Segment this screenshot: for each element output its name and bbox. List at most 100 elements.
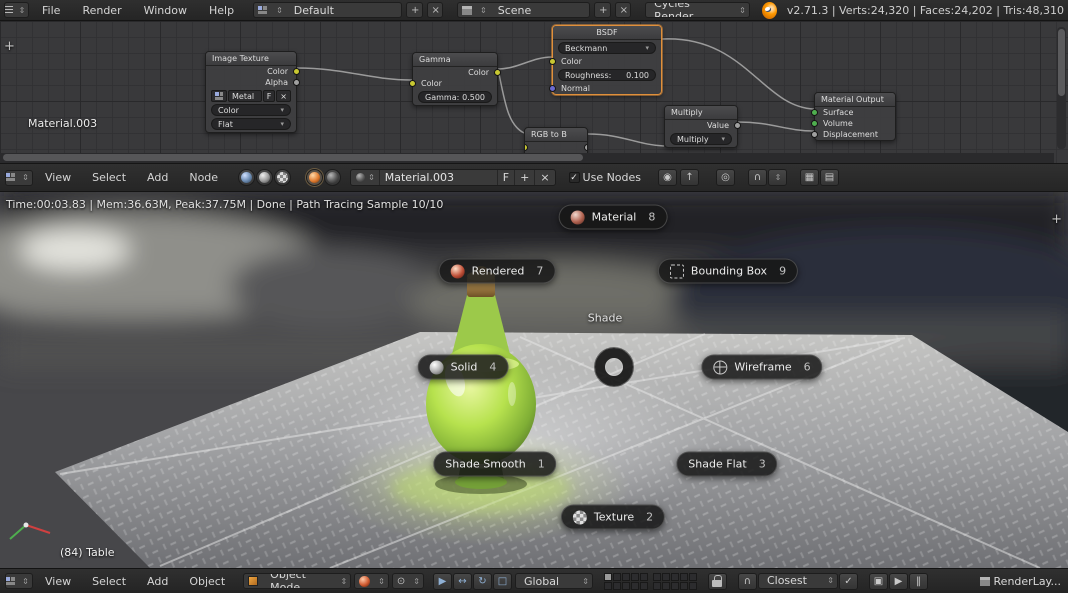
opengl-render-anim-button[interactable]: ▶ xyxy=(888,572,908,590)
menu-help[interactable]: Help xyxy=(200,4,243,17)
fake-user-button[interactable]: F xyxy=(262,90,276,102)
pie-item-bounding-box[interactable]: Bounding Box 9 xyxy=(657,258,799,284)
unlink-material-button[interactable]: × xyxy=(534,170,554,185)
screen-layout-delete-button[interactable]: × xyxy=(426,2,444,18)
properties-expand-icon[interactable]: + xyxy=(1051,212,1062,227)
lock-to-scene-button[interactable] xyxy=(707,572,727,590)
pie-item-wireframe[interactable]: Wireframe 6 xyxy=(701,354,823,380)
rotate-manipulator-button[interactable]: ↻ xyxy=(472,572,492,590)
input-socket-color[interactable] xyxy=(409,80,416,87)
pause-render-button[interactable]: ‖ xyxy=(908,572,928,590)
shader-type-object-button[interactable] xyxy=(306,169,324,186)
unlink-image-button[interactable]: × xyxy=(276,90,291,102)
tree-type-material-button[interactable] xyxy=(238,169,256,186)
mode-selector[interactable]: Object Mode ⇕ xyxy=(243,573,352,589)
node-math-multiply[interactable]: Multiply Value Multiply ▾ xyxy=(664,105,741,148)
layers-widget[interactable] xyxy=(603,572,697,590)
snap-mode-button[interactable]: ⇕ xyxy=(768,169,788,186)
image-datablock[interactable]: Metal F × xyxy=(211,90,291,102)
editor-type-button-info[interactable]: ⇕ xyxy=(4,2,30,18)
pie-item-shade-flat[interactable]: Shade Flat 3 xyxy=(676,451,778,477)
pie-item-shade-smooth[interactable]: Shade Smooth 1 xyxy=(433,451,557,477)
menu-add[interactable]: Add xyxy=(138,171,177,184)
layer-block-right[interactable] xyxy=(652,572,697,590)
menu-render[interactable]: Render xyxy=(73,4,130,17)
input-socket-color[interactable] xyxy=(549,58,556,65)
input-socket-surface[interactable] xyxy=(811,109,818,116)
menu-select[interactable]: Select xyxy=(83,575,135,588)
gamma-slider[interactable]: Gamma: 0.500 xyxy=(418,91,492,103)
material-name-field[interactable]: Material.003 xyxy=(378,170,497,185)
snap-element-selector[interactable]: Closest ⇕ xyxy=(757,572,838,589)
pivot-point-selector[interactable]: ⊙ ⇕ xyxy=(391,573,424,589)
snap-toggle[interactable]: ∩ xyxy=(737,572,757,590)
menu-select[interactable]: Select xyxy=(83,171,135,184)
node-glossy-bsdf[interactable]: BSDF Beckmann ▾ Color Roughness: 0.100 N… xyxy=(549,25,662,95)
output-socket-value[interactable] xyxy=(734,122,741,129)
menu-object[interactable]: Object xyxy=(180,575,234,588)
tree-type-compositing-button[interactable] xyxy=(274,169,292,186)
pie-item-solid[interactable]: Solid 4 xyxy=(417,354,509,380)
copy-nodes-button[interactable]: ▦ xyxy=(800,169,820,186)
input-socket-normal[interactable] xyxy=(549,85,556,92)
opengl-render-still-button[interactable]: ▣ xyxy=(868,572,888,590)
node-title[interactable]: Gamma xyxy=(413,53,497,67)
menu-window[interactable]: Window xyxy=(135,4,196,17)
transform-orientation-selector[interactable]: Global ⇕ xyxy=(514,573,593,589)
node-title[interactable]: BSDF xyxy=(553,26,661,40)
viewport-3d[interactable]: Time:00:03.83 | Mem:36.63M, Peak:37.75M … xyxy=(0,192,1068,568)
output-socket-color[interactable] xyxy=(494,69,501,76)
viewport-shading-selector[interactable]: ⇕ xyxy=(354,573,389,589)
node-title[interactable]: RGB to B xyxy=(525,128,587,142)
output-socket-value[interactable] xyxy=(584,144,587,151)
image-name[interactable]: Metal xyxy=(228,90,262,102)
snap-peel-button[interactable]: ✓ xyxy=(838,572,858,590)
scale-manipulator-button[interactable]: □ xyxy=(492,572,512,590)
pie-item-material[interactable]: Material 8 xyxy=(558,204,668,230)
translate-manipulator-button[interactable]: ↔ xyxy=(452,572,472,590)
toolbar-expand-icon[interactable]: + xyxy=(4,39,15,54)
node-image-texture[interactable]: Image Texture Color Alpha Metal F × Colo… xyxy=(205,51,300,133)
pin-button[interactable]: ◉ xyxy=(658,169,678,186)
render-engine-selector[interactable]: Cycles Render ⇕ xyxy=(645,2,750,18)
node-title[interactable]: Material Output xyxy=(815,93,895,107)
node-material-output[interactable]: Material Output Surface Volume Displacem… xyxy=(811,92,896,141)
pie-item-rendered[interactable]: Rendered 7 xyxy=(438,258,556,284)
scene-add-button[interactable]: + xyxy=(594,2,611,18)
menu-node[interactable]: Node xyxy=(180,171,227,184)
use-nodes-checkbox[interactable]: ✓ xyxy=(568,172,580,183)
menu-view[interactable]: View xyxy=(36,575,80,588)
manipulator-toggle-button[interactable]: ▶ xyxy=(432,572,452,590)
material-browse-button[interactable]: ⇕ xyxy=(351,170,379,185)
snap-toggle[interactable]: ∩ xyxy=(748,169,768,186)
output-socket-alpha[interactable] xyxy=(293,79,300,86)
pie-center-widget[interactable] xyxy=(595,348,633,386)
menu-file[interactable]: File xyxy=(33,4,69,17)
paste-nodes-button[interactable]: ▤ xyxy=(820,169,840,186)
screen-layout-add-button[interactable]: + xyxy=(406,2,423,18)
output-socket-color[interactable] xyxy=(293,68,300,75)
menu-view[interactable]: View xyxy=(36,171,80,184)
layer-block-left[interactable] xyxy=(603,572,648,590)
editor-type-button-nodes[interactable]: ⇕ xyxy=(5,169,33,186)
node-editor-vscrollbar[interactable] xyxy=(1057,27,1066,149)
node-editor-hscrollbar[interactable] xyxy=(0,153,1054,163)
fake-user-button[interactable]: F xyxy=(496,170,514,185)
projection-dropdown[interactable]: Flat ▾ xyxy=(211,118,291,130)
new-material-button[interactable]: + xyxy=(514,170,534,185)
input-socket-displacement[interactable] xyxy=(811,131,818,138)
colorspace-dropdown[interactable]: Color ▾ xyxy=(211,104,291,116)
node-editor[interactable]: + Image Texture Color Alpha Metal F × Co… xyxy=(0,21,1068,163)
auto-render-toggle[interactable]: ◎ xyxy=(716,169,736,186)
input-socket-color[interactable] xyxy=(525,144,528,151)
node-title[interactable]: Image Texture xyxy=(206,52,296,66)
roughness-slider[interactable]: Roughness: 0.100 xyxy=(558,69,656,81)
node-title[interactable]: Multiply xyxy=(665,106,737,120)
scene-delete-button[interactable]: × xyxy=(614,2,632,18)
tree-type-texture-button[interactable] xyxy=(256,169,274,186)
editor-type-button-3dview[interactable]: ⇕ xyxy=(5,573,33,589)
image-browse-icon[interactable] xyxy=(211,90,227,102)
render-layer-selector[interactable]: RenderLay... xyxy=(979,575,1063,588)
pie-item-texture[interactable]: Texture 2 xyxy=(560,504,666,530)
screen-layout-selector[interactable]: ⇕ Default xyxy=(253,2,403,18)
